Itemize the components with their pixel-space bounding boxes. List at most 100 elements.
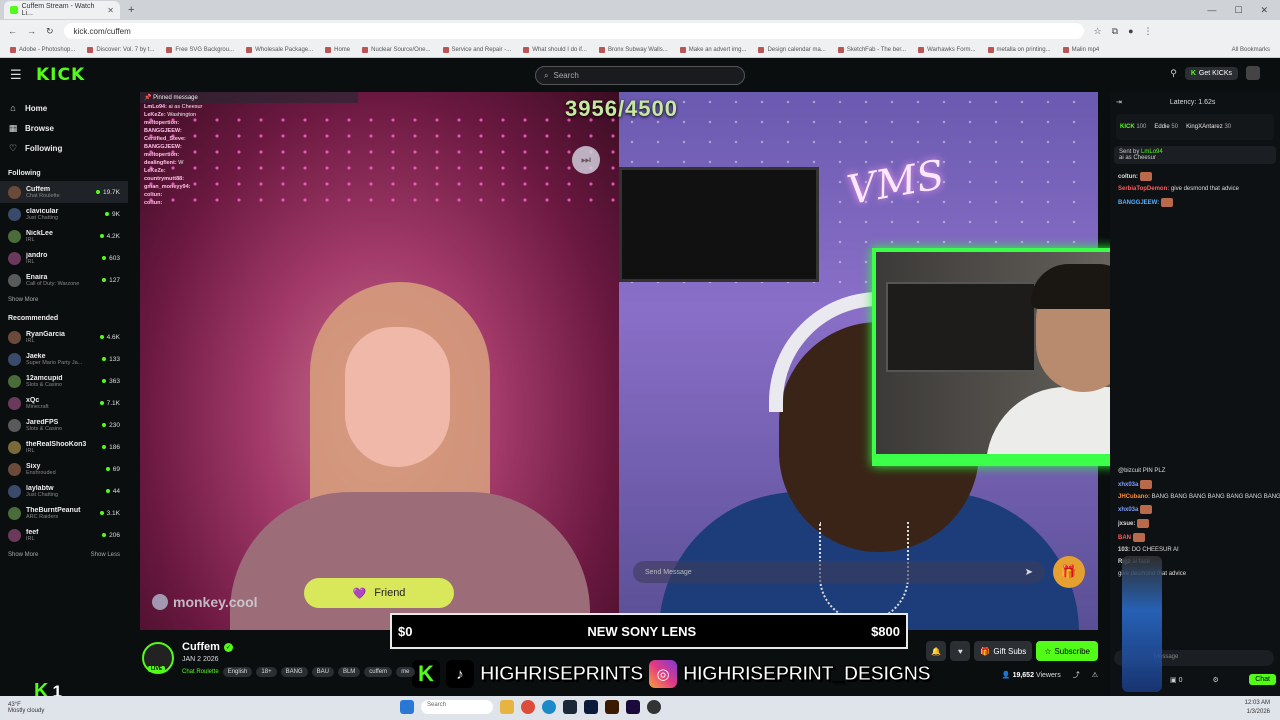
new-tab-icon[interactable]: +	[128, 4, 134, 16]
bookmark-item[interactable]: Warhawks Form...	[918, 46, 976, 53]
chat-username[interactable]: BAN	[1118, 535, 1131, 541]
search-input[interactable]: ⌕ Search	[535, 66, 745, 85]
sidebar-channel[interactable]: Cuffem Chat Roulette 19.7K	[0, 181, 128, 203]
bookmark-item[interactable]: Discover: Vol. 7 by t...	[87, 46, 154, 53]
photoshop-icon[interactable]	[584, 700, 598, 714]
sidebar-channel[interactable]: Enaira Call of Duty: Warzone 127	[8, 269, 120, 291]
chat-username[interactable]: 103:	[1118, 547, 1130, 553]
gift-icon[interactable]: 🎁	[1053, 556, 1085, 588]
back-icon[interactable]: ←	[8, 26, 17, 36]
stream-tag[interactable]: 18+	[256, 667, 277, 677]
stream-category[interactable]: Chat Roulette	[182, 669, 219, 675]
maximize-icon[interactable]: ☐	[1234, 5, 1242, 16]
chat-username[interactable]: SerbiaTopDemon:	[1118, 186, 1169, 192]
sidebar-channel[interactable]: Jaeke Super Mario Party Ja... 133	[8, 348, 120, 370]
stream-tag[interactable]: BLM	[337, 667, 361, 677]
weather-widget[interactable]: 43°F Mostly cloudy	[8, 702, 44, 714]
heart-follow-icon[interactable]: ♥	[950, 641, 971, 661]
bookmark-item[interactable]: Bronx Subway Walls...	[598, 46, 668, 53]
sidebar-nav-home[interactable]: ⌂ Home	[8, 98, 120, 118]
bookmark-item[interactable]: Service and Repair -...	[442, 46, 511, 53]
windows-start-icon[interactable]	[400, 700, 414, 714]
taskbar-clock[interactable]: 12:03 AM 1/3/2026	[1245, 699, 1270, 717]
profile-icon[interactable]: ●	[1128, 26, 1133, 36]
shield-icon[interactable]: ⚲	[1170, 68, 1177, 79]
sidebar-channel[interactable]: JaredFPS Slots & Casino 230	[8, 414, 120, 436]
url-field[interactable]: kick.com/cuffem	[63, 23, 1084, 39]
sidebar-channel[interactable]: clavicular Just Chatting 9K	[8, 203, 120, 225]
settings-gear-icon[interactable]: ⚙	[1212, 676, 1218, 684]
bookmark-item[interactable]: Nuclear Source/One...	[362, 46, 431, 53]
bell-icon[interactable]: 🔔	[926, 641, 947, 661]
collapse-chat-icon[interactable]: ⇥	[1116, 98, 1122, 106]
chrome-icon[interactable]	[521, 700, 535, 714]
leaderboard-entry[interactable]: KingXAntarez 30	[1186, 124, 1231, 130]
taskbar-search[interactable]: Search	[421, 700, 493, 714]
sidebar-channel[interactable]: NickLee IRL 4.2K	[8, 225, 120, 247]
points-icon[interactable]: ▣ 0	[1170, 676, 1182, 684]
chat-send-button[interactable]: Chat	[1249, 674, 1276, 685]
chat-username[interactable]: jxsue:	[1118, 521, 1135, 527]
sidebar-channel[interactable]: xQc Minecraft 7.1K	[8, 392, 120, 414]
aftereffects-icon[interactable]	[626, 700, 640, 714]
bookmark-item[interactable]: What should I do if...	[523, 46, 587, 53]
stream-tag[interactable]: cuffem	[364, 667, 393, 677]
send-message-input[interactable]: Send Message ➤	[633, 561, 1045, 583]
extensions-icon[interactable]: ⧉	[1112, 26, 1118, 37]
illustrator-icon[interactable]	[605, 700, 619, 714]
steam-icon[interactable]	[563, 700, 577, 714]
more-menu-icon[interactable]: ⋮	[1144, 26, 1153, 37]
chat-username[interactable]: BANGGJEEW:	[1118, 200, 1159, 206]
bookmark-item[interactable]: Free SVG Backgrou...	[166, 46, 234, 53]
bookmark-item[interactable]: Make an advert img...	[679, 46, 746, 53]
get-kicks-button[interactable]: K Get KICKs	[1184, 66, 1238, 80]
sidebar-channel[interactable]: laylabtw Just Chatting 44	[8, 480, 120, 502]
obs-icon[interactable]	[647, 700, 661, 714]
all-bookmarks-button[interactable]: All Bookmarks	[1232, 47, 1270, 53]
sidebar-nav-following[interactable]: ♡ Following	[8, 138, 120, 158]
subscribe-button[interactable]: ☆ Subscribe	[1036, 641, 1098, 661]
user-avatar[interactable]	[1246, 66, 1260, 80]
bookmark-item[interactable]: Malin mp4	[1062, 46, 1099, 53]
stream-tag[interactable]: English	[222, 667, 253, 677]
sidebar-channel[interactable]: 12amcupid Slots & Casino 363	[8, 370, 120, 392]
reload-icon[interactable]: ↻	[46, 26, 54, 37]
share-icon[interactable]: ⤴	[1073, 670, 1080, 680]
bookmark-item[interactable]: metalla on printing...	[987, 46, 1051, 53]
sidebar-channel[interactable]: jandro IRL 603	[8, 247, 120, 269]
kick-logo[interactable]: KICK	[36, 65, 85, 85]
forward-icon[interactable]: →	[27, 26, 36, 36]
bookmark-item[interactable]: SketchFab - The ber...	[837, 46, 906, 53]
leaderboard-entry[interactable]: Eddie 50	[1154, 124, 1178, 130]
browser-tab[interactable]: Cuffem Stream - Watch Li... ✕	[4, 1, 120, 19]
bookmark-item[interactable]: Design calendar ma...	[758, 46, 826, 53]
bookmark-item[interactable]: Adobe - Photoshop...	[10, 46, 75, 53]
sidebar-channel[interactable]: Sixy Enshrouded 69	[8, 458, 120, 480]
stream-tag[interactable]: BAU	[311, 667, 334, 677]
send-arrow-icon[interactable]: ➤	[1025, 567, 1033, 578]
close-window-icon[interactable]: ✕	[1260, 5, 1268, 16]
sidebar-channel[interactable]: RyanGarcia IRL 4.6K	[8, 326, 120, 348]
show-less-label[interactable]: Show Less	[91, 552, 120, 558]
bookmark-item[interactable]: Wholesale Package...	[246, 46, 313, 53]
stream-tag[interactable]: BANG	[280, 667, 308, 677]
minimize-icon[interactable]: —	[1207, 5, 1216, 16]
sidebar-channel[interactable]: feef IRL 206	[8, 524, 120, 546]
bookmark-item[interactable]: Home	[325, 46, 350, 53]
hamburger-menu-icon[interactable]: ☰	[10, 67, 30, 83]
gift-subs-button[interactable]: 🎁 Gift Subs	[974, 641, 1033, 661]
stream-tag[interactable]: me	[396, 667, 415, 677]
sidebar-channel[interactable]: theRealShooKon3 IRL 186	[8, 436, 120, 458]
skip-icon[interactable]: ⏭	[572, 146, 600, 174]
chat-username[interactable]: coltun:	[1118, 174, 1138, 180]
show-more-label[interactable]: Show More	[8, 552, 38, 558]
close-tab-icon[interactable]: ✕	[107, 6, 114, 15]
chat-username[interactable]: xhx03a	[1118, 482, 1138, 488]
chat-username[interactable]: xhx03a	[1118, 508, 1138, 514]
leaderboard-entry[interactable]: KICK 100	[1120, 124, 1146, 130]
sidebar-nav-browse[interactable]: ▦ Browse	[8, 118, 120, 138]
streamer-name[interactable]: Cuffem	[182, 641, 220, 653]
star-icon[interactable]: ☆	[1094, 26, 1102, 37]
file-explorer-icon[interactable]	[500, 700, 514, 714]
report-icon[interactable]: ⚠	[1092, 671, 1098, 679]
